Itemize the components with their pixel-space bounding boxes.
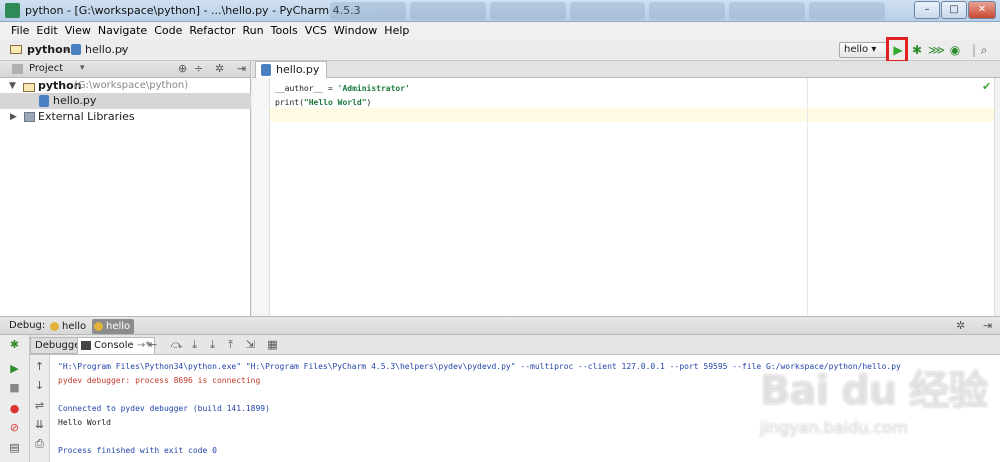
menu-window[interactable]: Window (334, 22, 377, 39)
project-root-path: (G:\workspace\python) (74, 80, 189, 91)
mute-breakpoints-icon[interactable]: ⊘ (8, 421, 21, 434)
scroll-down-icon[interactable]: ↓ (33, 379, 46, 392)
breadcrumb-end-icon: › (120, 43, 125, 56)
tree-row-project-root[interactable]: ▼ python (G:\workspace\python) (0, 78, 251, 94)
inspection-ok-check-icon: ✔ (982, 80, 992, 93)
title-bar: python - [G:\workspace\python] - ...\hel… (0, 0, 1000, 22)
settings-gear-icon[interactable]: ✲ (956, 319, 965, 332)
project-panel-header: Project ▾ ⊕ ÷ ✲ ⇥ (0, 61, 251, 78)
menu-edit[interactable]: Edit (36, 22, 57, 39)
step-into-my-code-icon[interactable]: ⤓ (206, 338, 219, 351)
step-out-icon[interactable]: ⤒ (224, 338, 237, 351)
show-execution-point-icon[interactable]: ⇤ (146, 338, 159, 351)
scroll-to-end-icon[interactable]: ⇊ (33, 418, 46, 431)
evaluate-icon[interactable]: ▦ (266, 338, 279, 351)
scroll-up-icon[interactable]: ↑ (33, 360, 46, 373)
run-to-cursor-icon[interactable]: ⇲ (244, 338, 257, 351)
hide-panel-icon[interactable]: ⇥ (237, 62, 246, 75)
editor-tab-hello-py[interactable]: hello.py ✕ (255, 61, 327, 92)
menu-file[interactable]: File (11, 22, 29, 39)
editor-tab-bar: hello.py ✕ (252, 61, 1000, 92)
menu-code[interactable]: Code (154, 22, 182, 39)
python-run-icon (94, 322, 103, 331)
console-side-toolbar: ↑ ↓ ⇌ ⇊ ⎙ (30, 355, 50, 462)
step-over-icon[interactable]: ⤼ (170, 338, 183, 351)
menu-vcs[interactable]: VCS (305, 22, 327, 39)
sync-icon[interactable]: ⊕ (178, 62, 187, 75)
project-view-icon (12, 64, 23, 74)
console-finished-line: Process finished with exit code 0 (58, 446, 217, 455)
tree-file-name: hello.py (53, 94, 97, 107)
soft-wrap-icon[interactable]: ⇌ (33, 399, 46, 412)
tab-console[interactable]: Console →* (77, 337, 156, 354)
debug-session-tab-2[interactable]: hello (92, 319, 134, 334)
watermark-url: jingyan.baidu.com (760, 418, 908, 437)
background-taskbar (330, 2, 886, 20)
maximize-button[interactable]: □ (941, 1, 967, 19)
layout-icon[interactable]: ▤ (8, 441, 21, 454)
editor-scrollbar[interactable] (994, 78, 1000, 316)
folder-icon (10, 44, 22, 57)
debug-subtab-bar: Debugger Console →* ⇤ ⤼ ⤓ ⤓ ⤒ ⇲ ▦ (30, 335, 1000, 355)
run-configuration-select[interactable]: hello ▾ (839, 42, 887, 58)
tree-row-file[interactable]: hello.py (0, 93, 251, 109)
menu-run[interactable]: Run (243, 22, 264, 39)
run-button-highlight (886, 37, 908, 63)
rerun-icon[interactable]: ▶ (8, 362, 21, 375)
current-line-highlight (270, 108, 994, 122)
minimize-button[interactable]: – (914, 1, 940, 19)
library-icon (24, 112, 35, 122)
settings-gear-icon[interactable]: ✲ (215, 62, 224, 75)
baidu-watermark: Bai du 经验 jingyan.baidu.com (760, 358, 990, 458)
debug-panel-header: Debug: hello hello ✲ ⇥ (0, 316, 1000, 335)
project-panel-title[interactable]: Project (29, 63, 63, 74)
python-file-icon (71, 44, 81, 55)
console-connected-line: Connected to pydev debugger (build 141.1… (58, 404, 270, 413)
tree-row-external-libraries[interactable]: ▶ External Libraries (0, 109, 251, 125)
print-icon[interactable]: ⎙ (33, 437, 46, 450)
right-margin-guide (807, 78, 808, 316)
menu-tools[interactable]: Tools (271, 22, 298, 39)
menu-help[interactable]: Help (384, 22, 409, 39)
collapse-icon[interactable]: ÷ (194, 62, 203, 75)
debug-label: Debug: (9, 320, 46, 331)
step-into-icon[interactable]: ⤓ (188, 338, 201, 351)
debug-bug-icon: ✱ (9, 338, 20, 351)
menu-bar: File Edit View Navigate Code Refactor Ru… (0, 22, 1000, 39)
hide-panel-icon[interactable]: ⇥ (983, 319, 992, 332)
python-file-icon (261, 64, 271, 76)
console-icon (81, 341, 91, 350)
code-line-2: print("Hello World") (275, 98, 372, 107)
profile-icon[interactable]: ◉ (947, 42, 963, 58)
project-tree: ▼ python (G:\workspace\python) hello.py … (0, 78, 251, 316)
editor-gutter (252, 78, 270, 316)
console-connecting-line: pydev debugger: process 8696 is connecti… (58, 376, 261, 385)
watermark-logo: Bai du 经验 (760, 368, 988, 414)
code-line-1: __author__ = 'Administrator' (275, 84, 410, 93)
breadcrumb-separator-icon: › (64, 43, 69, 56)
debug-bug-icon[interactable]: ✱ (909, 42, 925, 58)
pycharm-logo-icon (5, 3, 20, 18)
menu-navigate[interactable]: Navigate (98, 22, 147, 39)
python-run-icon (50, 322, 59, 331)
editor-tab-label: hello.py (276, 63, 320, 76)
menu-view[interactable]: View (65, 22, 91, 39)
expand-right-icon[interactable]: ▶ (10, 109, 17, 125)
view-breakpoints-icon[interactable]: ● (8, 402, 21, 415)
python-file-icon (39, 95, 49, 107)
external-libraries-label: External Libraries (38, 110, 135, 123)
stop-icon[interactable]: ■ (8, 381, 21, 394)
project-view-dropdown-icon[interactable]: ▾ (80, 63, 85, 73)
close-button[interactable]: ✕ (968, 1, 996, 19)
navigation-bar: python › hello.py › hello ▾ ▶ ✱ ⋙ ◉ | ⌕ (0, 39, 1000, 61)
console-program-output: Hello World (58, 418, 111, 427)
code-editor[interactable]: __author__ = 'Administrator' print("Hell… (270, 78, 994, 316)
menu-refactor[interactable]: Refactor (189, 22, 235, 39)
search-icon[interactable]: ⌕ (976, 42, 992, 58)
debug-left-toolbar: ✱ ▶ ■ ● ⊘ ▤ (0, 335, 30, 462)
run-coverage-icon[interactable]: ⋙ (928, 42, 945, 58)
debug-session-tab-1[interactable]: hello (48, 319, 90, 334)
window-title: python - [G:\workspace\python] - ...\hel… (25, 4, 361, 17)
expand-down-icon[interactable]: ▼ (9, 78, 16, 94)
